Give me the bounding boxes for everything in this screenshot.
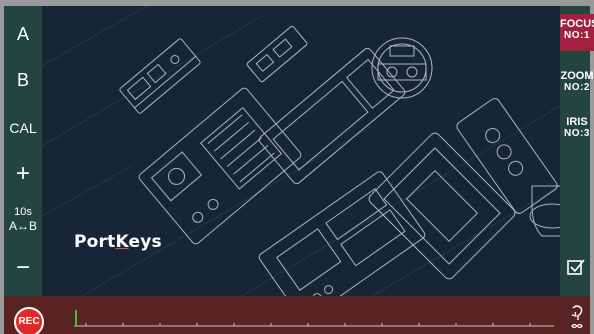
zoom-label: ZOOM (560, 70, 594, 82)
zoom-number: NO:2 (564, 82, 590, 93)
button-a[interactable]: A (4, 24, 42, 45)
bottom-bar: REC (4, 296, 590, 334)
app-frame: A B CAL + 10s A↔B − PortKeys FOCU NO:1 Z… (4, 6, 594, 334)
iris-motor-button[interactable]: IRIS NO:3 (560, 116, 594, 140)
loop-icon[interactable] (569, 304, 585, 332)
portkeys-logo: PortKeys (74, 232, 162, 252)
zoom-motor-button[interactable]: ZOOM NO:2 (560, 70, 594, 94)
camera-viewport[interactable]: PortKeys (42, 6, 560, 296)
focus-motor-button[interactable]: FOCUS NO:1 (560, 14, 594, 51)
plus-button[interactable]: + (4, 160, 42, 188)
record-button[interactable]: REC (14, 307, 44, 334)
checkbox-icon[interactable] (567, 258, 585, 276)
minus-button[interactable]: − (4, 254, 42, 282)
time-label[interactable]: 10s (4, 206, 42, 219)
focus-label: FOCUS (560, 18, 594, 30)
focus-number: NO:1 (564, 30, 590, 41)
iris-label: IRIS (566, 116, 588, 128)
button-b[interactable]: B (4, 70, 42, 91)
timeline-ruler[interactable] (4, 296, 590, 334)
ab-loop-button[interactable]: A↔B (4, 220, 42, 233)
iris-number: NO:3 (564, 128, 590, 139)
right-panel: FOCUS NO:1 ZOOM NO:2 IRIS NO:3 (560, 6, 594, 296)
left-toolbar: A B CAL + 10s A↔B − (4, 6, 42, 296)
blueprint-illustration (42, 6, 560, 296)
cal-button[interactable]: CAL (4, 120, 42, 136)
